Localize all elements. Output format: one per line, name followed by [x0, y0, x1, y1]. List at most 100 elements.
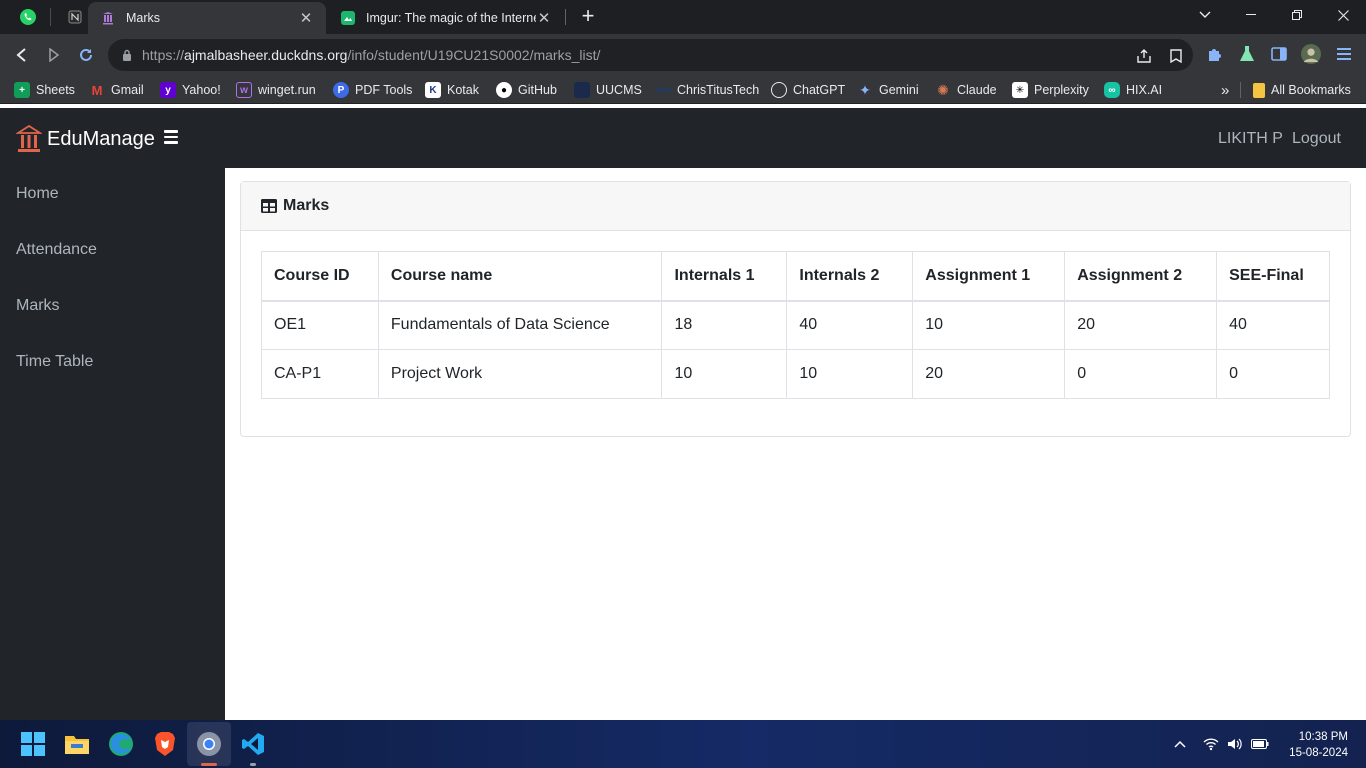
close-tab-icon[interactable]: ✕: [298, 9, 314, 27]
battery-icon[interactable]: [1251, 736, 1269, 752]
tab-title: Imgur: The magic of the Internet: [366, 11, 536, 25]
tab-search-button[interactable]: [1182, 0, 1228, 30]
active-app-indicator: [201, 763, 217, 766]
tab-separator: [565, 9, 566, 25]
lock-icon: [120, 48, 134, 62]
tab-marks[interactable]: Marks ✕: [88, 2, 326, 34]
bookmark-yahoo[interactable]: y Yahoo!: [160, 81, 221, 99]
side-panel-icon[interactable]: [1269, 44, 1289, 64]
pinned-separator: [50, 8, 51, 26]
table-cell: Fundamentals of Data Science: [377, 300, 663, 350]
winget-icon: w: [236, 82, 252, 98]
bookmarks-separator: [1240, 82, 1241, 98]
tab-title: Marks: [126, 11, 161, 25]
new-tab-button[interactable]: +: [576, 4, 600, 28]
perplexity-icon: ✳: [1012, 82, 1028, 98]
minimize-button[interactable]: [1228, 0, 1274, 30]
sidebar-toggle-icon[interactable]: [164, 130, 178, 144]
bookmarks-overflow-button[interactable]: »: [1221, 81, 1229, 99]
folder-icon: [1253, 82, 1265, 98]
profile-avatar[interactable]: [1301, 44, 1321, 64]
volume-icon[interactable]: [1226, 736, 1244, 752]
christitustech-icon: [655, 88, 671, 92]
labs-flask-icon[interactable]: [1237, 44, 1257, 64]
bookmark-perplexity[interactable]: ✳ Perplexity: [1012, 81, 1089, 99]
reload-button[interactable]: [74, 43, 98, 67]
bookmark-chatgpt[interactable]: ChatGPT: [771, 81, 845, 99]
bookmark-label: PDF Tools: [355, 83, 413, 97]
forward-arrow-icon: [49, 48, 60, 62]
close-window-button[interactable]: [1320, 0, 1366, 30]
pdf-tools-icon: P: [333, 82, 349, 98]
gmail-icon: M: [91, 82, 103, 98]
notion-pinned-tab[interactable]: [61, 3, 89, 31]
bookmark-gemini[interactable]: ✦ Gemini: [857, 81, 918, 99]
vscode-button[interactable]: [239, 730, 267, 758]
bookmark-label: HIX.AI: [1126, 83, 1163, 97]
whatsapp-pinned-tab[interactable]: [14, 3, 42, 31]
sidebar-item-home[interactable]: Home: [16, 185, 59, 203]
bookmark-github[interactable]: ● GitHub: [496, 81, 557, 99]
bookmark-christitustech[interactable]: ChrisTitusTech: [655, 81, 759, 99]
url-host: ajmalbasheer.duckdns.org: [184, 47, 348, 63]
file-explorer-button[interactable]: [63, 730, 91, 758]
user-name-link[interactable]: LIKITH P: [1218, 130, 1283, 148]
uucms-icon: [574, 82, 590, 98]
vscode-icon: [242, 733, 264, 755]
forward-button[interactable]: [42, 43, 66, 67]
bookmark-winget[interactable]: w winget.run: [236, 81, 316, 99]
show-hidden-icons-button[interactable]: [1171, 736, 1189, 752]
start-button[interactable]: [19, 730, 47, 758]
close-tab-icon[interactable]: ✕: [536, 9, 552, 27]
edge-button[interactable]: [107, 730, 135, 758]
tab-imgur[interactable]: Imgur: The magic of the Internet ✕: [328, 2, 564, 34]
bookmark-label: UUCMS: [596, 83, 642, 97]
bookmark-uucms[interactable]: UUCMS: [574, 81, 642, 99]
close-icon: [1337, 9, 1349, 21]
bookmark-sheets[interactable]: + Sheets: [14, 81, 75, 99]
all-bookmarks-label: All Bookmarks: [1271, 83, 1351, 97]
column-header: Assignment 2: [1064, 251, 1218, 302]
gemini-icon: ✦: [859, 81, 871, 98]
edge-icon: [109, 732, 133, 756]
sidebar-item-time-table[interactable]: Time Table: [16, 353, 93, 371]
url-path: /info/student/U19CU21S0002/marks_list/: [347, 47, 601, 63]
sheets-icon: +: [14, 82, 30, 98]
back-arrow-icon: [16, 48, 26, 62]
logout-link[interactable]: Logout: [1292, 130, 1341, 148]
bookmark-kotak[interactable]: K Kotak: [425, 81, 479, 99]
url-text: https://ajmalbasheer.duckdns.org/info/st…: [142, 47, 600, 63]
table-cell: CA-P1: [261, 349, 379, 399]
bookmark-gmail[interactable]: M Gmail: [89, 81, 144, 99]
folder-icon: [65, 736, 89, 754]
bookmark-label: ChrisTitusTech: [677, 83, 760, 97]
bookmark-label: Kotak: [447, 83, 479, 97]
restore-button[interactable]: [1274, 0, 1320, 30]
system-clock[interactable]: 10:38 PM 15-08-2024: [1284, 729, 1348, 761]
table-cell: OE1: [261, 300, 379, 350]
bookmark-hix-ai[interactable]: ∞ HIX.AI: [1104, 81, 1162, 99]
all-bookmarks-button[interactable]: All Bookmarks: [1253, 81, 1351, 99]
brave-button[interactable]: [151, 730, 179, 758]
bookmark-star-icon[interactable]: [1167, 47, 1185, 65]
bookmark-claude[interactable]: ✺ Claude: [935, 81, 997, 99]
back-button[interactable]: [10, 43, 34, 67]
bookmark-label: winget.run: [258, 83, 316, 97]
yahoo-icon: y: [160, 82, 176, 98]
wifi-icon[interactable]: [1202, 736, 1220, 752]
bookmark-pdf-tools[interactable]: P PDF Tools: [333, 81, 412, 99]
share-icon[interactable]: [1135, 47, 1153, 65]
github-icon: ●: [496, 82, 512, 98]
chrome-button[interactable]: [195, 730, 223, 758]
extensions-puzzle-icon[interactable]: [1205, 44, 1225, 64]
column-header: Course name: [377, 251, 663, 302]
menu-icon[interactable]: [1334, 44, 1354, 64]
sidebar-item-attendance[interactable]: Attendance: [16, 241, 97, 259]
university-logo-icon: [16, 124, 42, 152]
brand-link[interactable]: EduManage: [16, 124, 155, 154]
address-bar[interactable]: https://ajmalbasheer.duckdns.org/info/st…: [108, 39, 1193, 71]
sidebar-item-marks[interactable]: Marks: [16, 297, 60, 315]
column-header: Assignment 1: [912, 251, 1066, 302]
table-cell: 40: [786, 300, 914, 350]
windows-taskbar: 10:38 PM 15-08-2024: [0, 720, 1366, 768]
